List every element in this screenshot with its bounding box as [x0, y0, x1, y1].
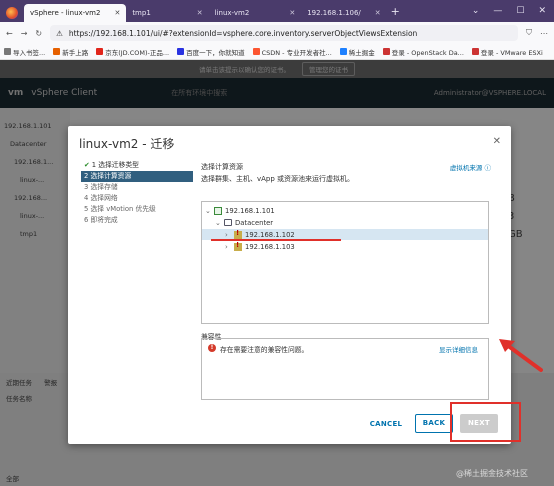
vcenter-icon: [214, 206, 222, 215]
host-warning-icon: [234, 229, 242, 239]
close-icon[interactable]: ✕: [375, 9, 381, 17]
tab-label: linux-vm2: [214, 9, 250, 17]
cancel-button[interactable]: CANCEL: [364, 416, 408, 432]
info-icon: ⓘ: [484, 164, 492, 172]
shield-icon[interactable]: ⛉: [526, 28, 532, 38]
tab-vsphere[interactable]: vSphere - linux-vm2 ✕: [24, 4, 127, 22]
annotation-highlight-box: [450, 402, 521, 442]
tree-node-host-103[interactable]: › 192.168.1.103: [225, 241, 295, 252]
annotation-underline: [211, 239, 341, 241]
tab-host-106[interactable]: 192.168.1.106/ ✕: [301, 4, 386, 22]
show-details-link[interactable]: 显示详细信息: [439, 344, 478, 354]
navigation-bar: ← → ↻ ⚠ https://192.168.1.101/ui/#?exten…: [0, 22, 554, 44]
content-title: 选择计算资源: [201, 163, 243, 171]
bookmark-item[interactable]: CSDN - 专业开发者社...: [252, 47, 332, 57]
compute-resource-tree: ⌄ 192.168.1.101 ⌄ Datacenter › 192.168.1…: [201, 201, 489, 324]
annotation-arrow-icon: [499, 339, 543, 372]
back-button[interactable]: BACK: [415, 414, 453, 433]
window-controls: ⌄ — ☐ ✕: [472, 6, 554, 16]
chevron-down-icon[interactable]: ⌄: [472, 6, 480, 16]
bookmark-item[interactable]: 登录 - VMware ESXi: [471, 47, 543, 57]
chevron-down-icon[interactable]: ⌄: [205, 207, 211, 215]
bookmarks-bar: 导入书签... 新手上路 京东(JD.COM)-正品... 百度一下，你就知道 …: [0, 44, 554, 60]
close-icon[interactable]: ✕: [493, 136, 501, 147]
tab-label: vSphere - linux-vm2: [30, 9, 101, 17]
forward-arrow-icon[interactable]: →: [21, 29, 28, 38]
wizard-steps: ✔ 1 选择迁移类型 2 选择计算资源 3 选择存储 4 选择网络 5 选择 vM…: [81, 160, 193, 226]
tab-tmp1[interactable]: tmp1 ✕: [126, 4, 208, 22]
chevron-right-icon[interactable]: ›: [225, 243, 231, 251]
compatibility-panel: ! 存在需要注意的兼容性问题。 显示详细信息: [201, 338, 489, 400]
vm-source-link[interactable]: 虚拟机来源 ⓘ: [450, 162, 491, 172]
step-ready-to-complete[interactable]: 6 即将完成: [81, 215, 193, 226]
step-vmotion-priority[interactable]: 5 选择 vMotion 优先级: [81, 204, 193, 215]
datacenter-icon: [224, 219, 232, 226]
browser-tab-bar: vSphere - linux-vm2 ✕ tmp1 ✕ linux-vm2 ✕…: [0, 0, 554, 22]
close-icon[interactable]: ✕: [289, 9, 295, 17]
close-icon[interactable]: ✕: [538, 6, 546, 16]
tab-label: tmp1: [132, 9, 151, 17]
watermark-text: @稀土掘金技术社区: [456, 469, 528, 478]
tree-node-vcenter[interactable]: ⌄ 192.168.1.101: [205, 205, 275, 216]
address-bar[interactable]: ⚠ https://192.168.1.101/ui/#?extensionId…: [50, 25, 518, 41]
maximize-icon[interactable]: ☐: [516, 6, 524, 16]
bookmark-item[interactable]: 导入书签...: [4, 47, 45, 57]
compatibility-message: 存在需要注意的兼容性问题。: [220, 346, 309, 354]
content-description: 选择群集、主机、vApp 或资源池来运行虚拟机。: [201, 175, 355, 183]
migrate-dialog: linux-vm2 - 迁移 ✕ ✔ 1 选择迁移类型 2 选择计算资源 3 选择…: [68, 126, 511, 444]
step-select-compute-resource[interactable]: 2 选择计算资源: [81, 171, 193, 182]
step-select-storage[interactable]: 3 选择存储: [81, 182, 193, 193]
warning-lock-icon[interactable]: ⚠: [56, 29, 63, 38]
step-select-network[interactable]: 4 选择网络: [81, 193, 193, 204]
bookmark-item[interactable]: 新手上路: [53, 47, 88, 57]
bookmark-item[interactable]: 京东(JD.COM)-正品...: [96, 47, 169, 57]
back-arrow-icon[interactable]: ←: [6, 29, 13, 38]
chevron-right-icon[interactable]: ›: [225, 231, 231, 239]
minimize-icon[interactable]: —: [493, 6, 502, 16]
extensions-icon[interactable]: ⋯: [540, 29, 548, 38]
chevron-down-icon[interactable]: ⌄: [215, 219, 221, 227]
firefox-logo-icon[interactable]: [0, 4, 24, 22]
reload-icon[interactable]: ↻: [35, 29, 42, 38]
step-select-migration-type[interactable]: ✔ 1 选择迁移类型: [81, 160, 193, 171]
dialog-title: linux-vm2 - 迁移: [79, 137, 175, 151]
step-content: 选择计算资源 选择群集、主机、vApp 或资源池来运行虚拟机。 虚拟机来源 ⓘ: [201, 162, 491, 184]
new-tab-icon[interactable]: +: [391, 5, 400, 18]
tab-label: 192.168.1.106/: [307, 9, 361, 17]
tree-node-datacenter[interactable]: ⌄ Datacenter: [215, 217, 273, 228]
host-warning-icon: [234, 241, 242, 251]
bookmark-item[interactable]: 稀土掘金: [339, 47, 375, 57]
bookmark-item[interactable]: 登录 - OpenStack Da...: [382, 47, 464, 57]
close-icon[interactable]: ✕: [114, 9, 120, 17]
bookmark-item[interactable]: 百度一下，你就知道: [177, 47, 245, 57]
checkmark-icon: ✔: [84, 161, 90, 169]
tab-linux-vm2[interactable]: linux-vm2 ✕: [209, 4, 302, 22]
error-icon: !: [208, 344, 216, 352]
url-text: https://192.168.1.101/ui/#?extensionId=v…: [68, 28, 418, 38]
close-icon[interactable]: ✕: [197, 9, 203, 17]
